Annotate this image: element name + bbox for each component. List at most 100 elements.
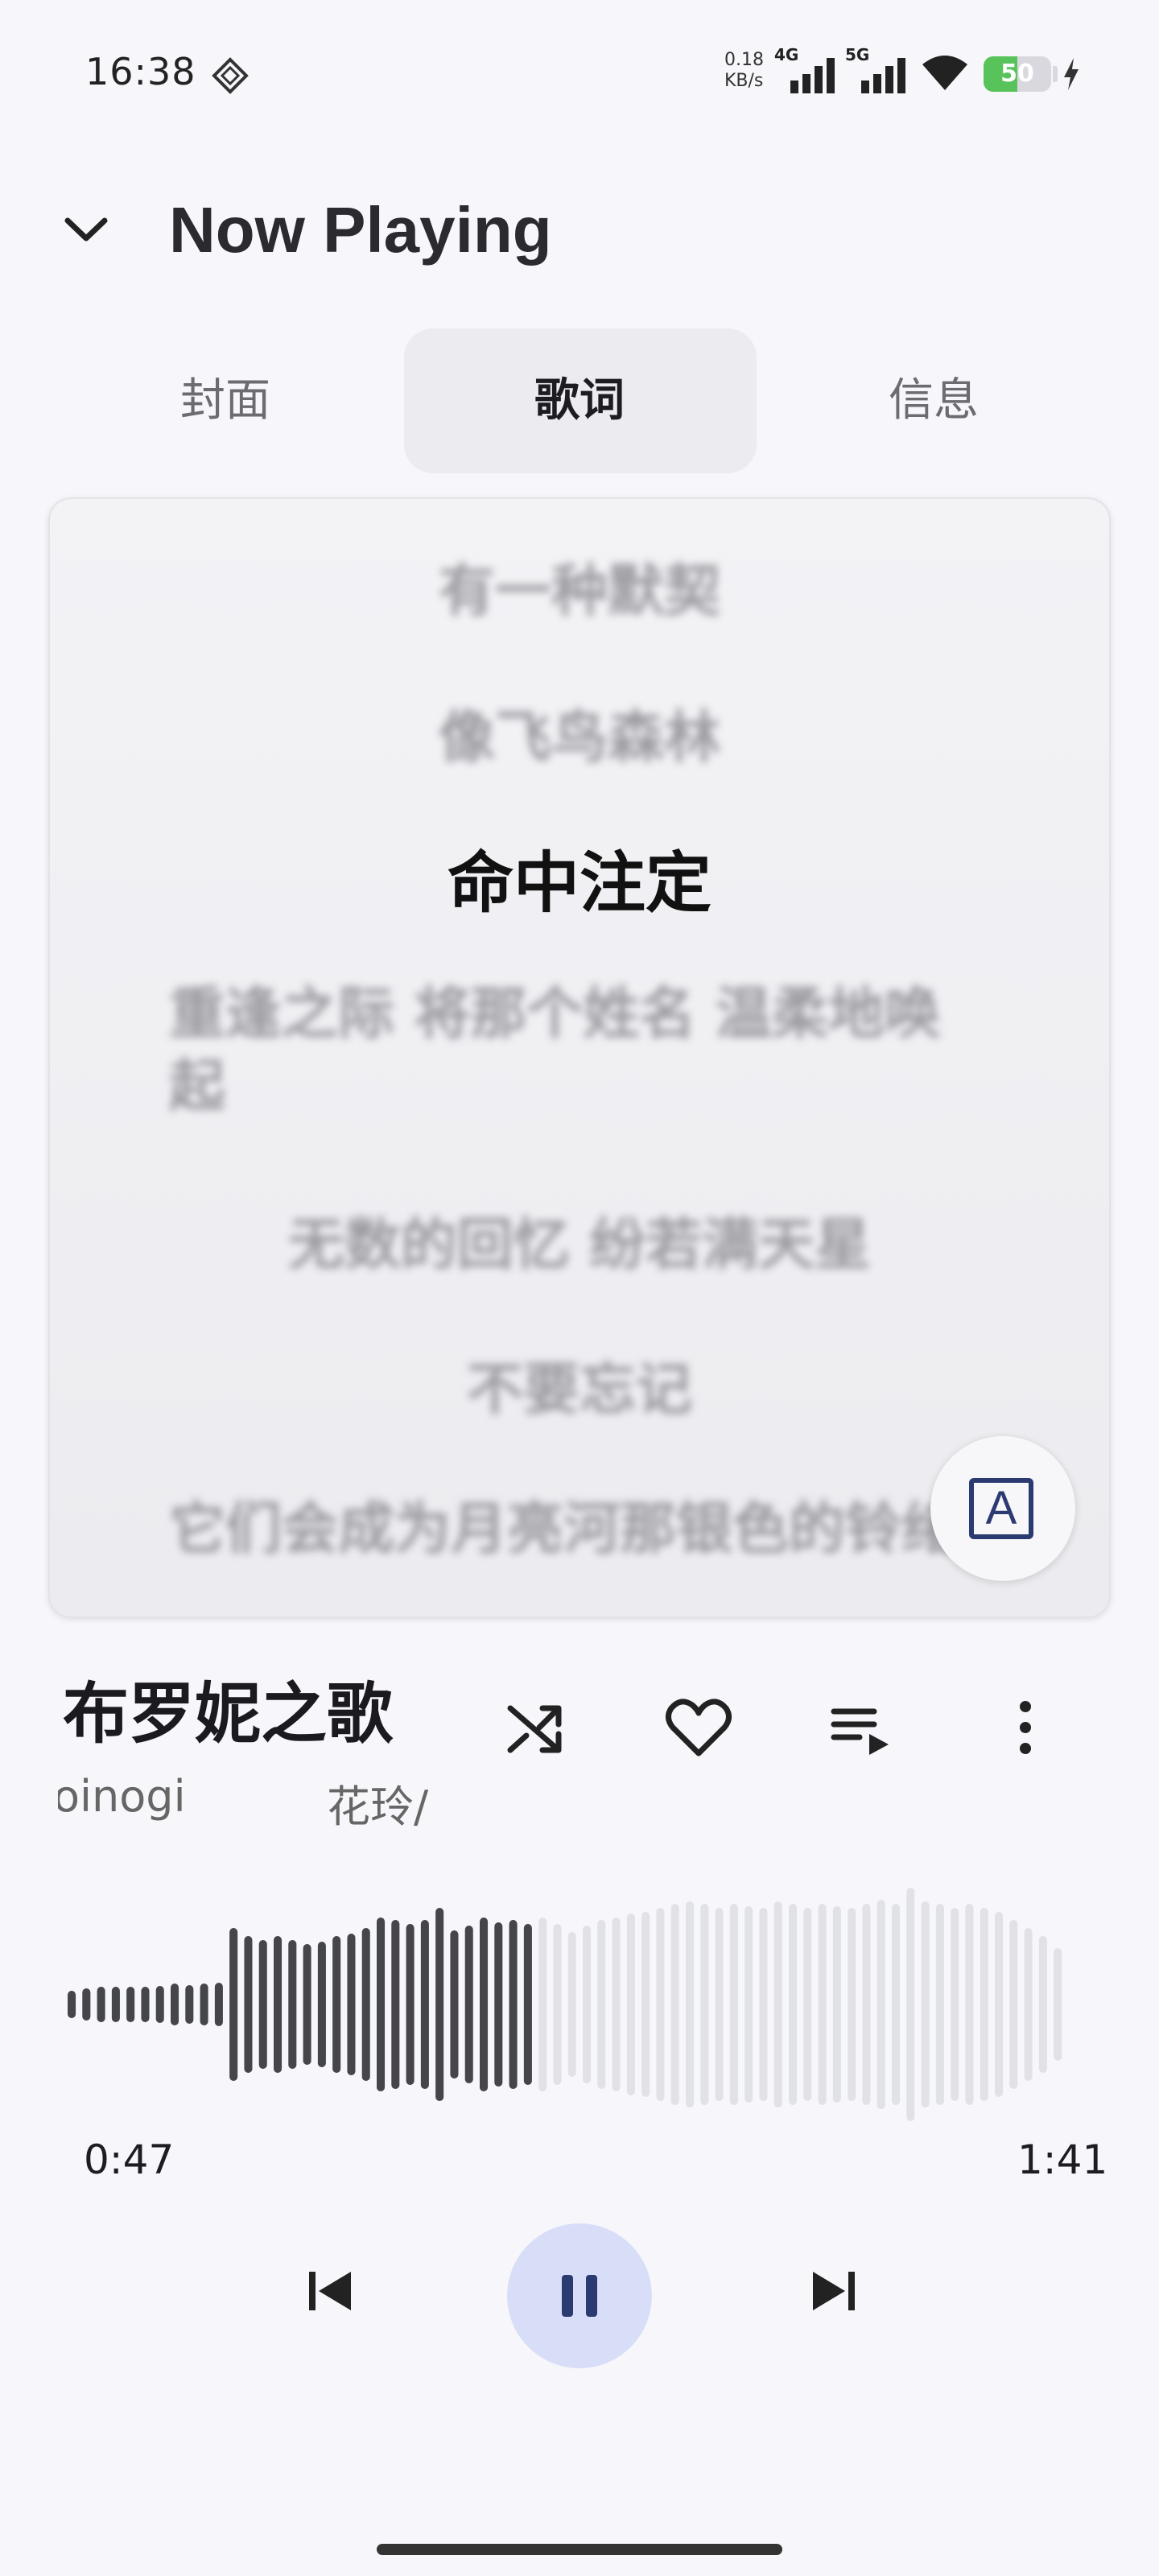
wifi-icon (922, 56, 967, 90)
waveform-bar (68, 1991, 76, 2018)
more-vert-icon[interactable] (987, 1689, 1064, 1766)
waveform-bar (126, 1987, 135, 2022)
waveform-bar (420, 1920, 429, 2089)
translate-icon: A (969, 1478, 1033, 1539)
chevron-down-icon[interactable] (58, 201, 114, 258)
net-speed: 0.18 KB/s (724, 50, 764, 92)
sim1-signal: 4G (774, 45, 839, 95)
waveform-bar (97, 1987, 105, 2022)
waveform-bar (1054, 1948, 1062, 2061)
battery-tip (1053, 66, 1058, 82)
waveform-bar (171, 1984, 179, 2025)
waveform-bar (803, 1908, 812, 2101)
waveform-bar (523, 1924, 532, 2085)
waveform-bar (656, 1908, 665, 2101)
total-time: 1:41 (1017, 2136, 1108, 2183)
waveform-bar (641, 1912, 650, 2097)
skip-previous-icon[interactable] (298, 2259, 362, 2323)
net-speed-unit: KB/s (724, 71, 764, 91)
waveform-bar (391, 1920, 400, 2089)
tab-cover[interactable]: 封面 (48, 328, 402, 473)
waveform-bar (818, 1904, 827, 2105)
waveform-bar (965, 1904, 974, 2105)
waveform-bar (317, 1942, 326, 2067)
lyric-line[interactable]: 重逢之际 将那个姓名 温柔地唤起 (48, 977, 1111, 1122)
waveform-bar (141, 1987, 150, 2022)
shuffle-icon[interactable] (497, 1689, 575, 1766)
lyric-line[interactable]: 像飞鸟森林 (48, 692, 1111, 774)
waveform-bar (450, 1930, 459, 2079)
waveform-bar (700, 1904, 709, 2105)
heart-icon[interactable] (660, 1689, 737, 1766)
artist-text: oinogi (58, 1771, 186, 1822)
waveform-bar (82, 1988, 91, 2021)
waveform-bar (670, 1904, 679, 2105)
waveform-bar (538, 1918, 547, 2091)
waveform-bar (951, 1908, 959, 2101)
waveform-bar (789, 1904, 798, 2105)
waveform-bar (862, 1904, 871, 2105)
waveform-bar (274, 1936, 283, 2073)
pause-icon (562, 2275, 597, 2317)
lyric-line[interactable]: 无数的回忆 纷若满天星 (48, 1199, 1111, 1281)
waveform-bar (583, 1926, 592, 2083)
lyric-line-current[interactable]: 命中注定 (48, 829, 1111, 925)
queue-icon[interactable] (823, 1689, 900, 1766)
waveform-bar (288, 1940, 297, 2069)
artist-text: 花玲/ (327, 1781, 429, 1827)
lyric-line[interactable]: 不要忘记 (48, 1344, 1111, 1426)
waveform-bar (200, 1984, 208, 2025)
tab-lyrics[interactable]: 歌词 (402, 328, 757, 473)
signal-bars-icon (861, 58, 905, 93)
waveform-seekbar[interactable] (64, 1868, 1095, 2141)
home-indicator[interactable] (377, 2544, 782, 2555)
battery-indicator: 50 (984, 56, 1051, 92)
waveform-bar (921, 1901, 930, 2107)
waveform-bar (509, 1920, 518, 2089)
waveform-bar (480, 1918, 489, 2091)
waveform-bar (935, 1904, 944, 2105)
waveform-bar (715, 1908, 724, 2101)
waveform-bar (1038, 1936, 1047, 2073)
waveform-bar (626, 1913, 635, 2095)
net-speed-value: 0.18 (724, 50, 764, 70)
waveform-bar (361, 1928, 370, 2081)
song-artist[interactable]: oinogi 花玲/ (58, 1771, 460, 1827)
tab-info[interactable]: 信息 (757, 328, 1111, 473)
waveform-bar (686, 1901, 695, 2107)
waveform-bar (244, 1936, 253, 2073)
lyrics-panel[interactable]: 有一种默契 像飞鸟森林 命中注定 重逢之际 将那个姓名 温柔地唤起 无数的回忆 … (48, 497, 1111, 1618)
signal-bars-icon (790, 58, 835, 93)
status-time: 16:38 (85, 50, 196, 93)
current-time: 0:47 (84, 2136, 175, 2183)
waveform-bar (597, 1920, 606, 2089)
waveform-bar (406, 1924, 415, 2085)
waveform-bar (464, 1926, 473, 2083)
waveform-bar (214, 1983, 223, 2026)
waveform-bar (258, 1940, 267, 2069)
battery-level: 50 (1000, 60, 1034, 88)
waveform-bar (494, 1922, 503, 2087)
waveform-bar (729, 1904, 738, 2105)
waveform-bar (435, 1908, 444, 2101)
status-bar: 16:38 0.18 KB/s 4G 5G 50 (0, 0, 1159, 145)
translate-button[interactable]: A (930, 1436, 1075, 1581)
waveform-bar (1024, 1928, 1033, 2081)
skip-next-icon[interactable] (802, 2259, 866, 2323)
waveform-bar (553, 1924, 562, 2085)
waveform-bar (347, 1934, 356, 2075)
waveform-bar (155, 1986, 164, 2023)
waveform-bar (111, 1987, 120, 2022)
play-pause-button[interactable] (507, 2223, 652, 2368)
lyric-line[interactable]: 有一种默契 (48, 546, 1111, 627)
waveform-bar (567, 1932, 576, 2077)
waveform-bar (848, 1908, 856, 2101)
waveform-bar (773, 1901, 782, 2107)
waveform-bar (744, 1906, 753, 2103)
waveform-bar (612, 1918, 621, 2091)
waveform-bar (332, 1936, 341, 2073)
waveform-bar (832, 1906, 841, 2103)
waveform-bar (1009, 1920, 1018, 2089)
waveform-bar (377, 1918, 386, 2091)
status-notification-icon (212, 57, 249, 94)
